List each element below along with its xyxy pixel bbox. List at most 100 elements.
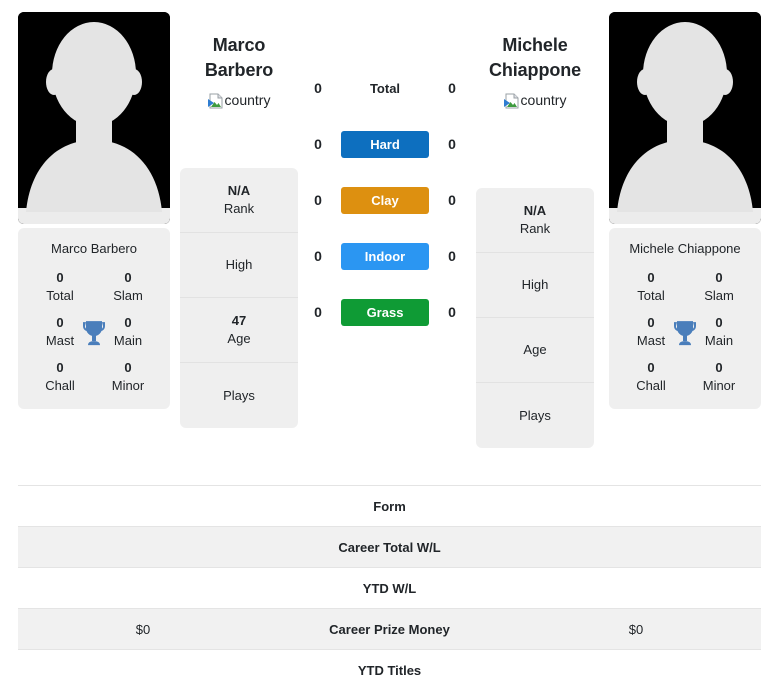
career-prize-money-right-value: $0	[628, 621, 644, 637]
form-row-label: Form	[373, 498, 406, 514]
titles-grid-left: 0 Total 0 Slam 0 Mast 0 Main 0 Chall 0 M…	[26, 269, 162, 395]
table-row-form: Form	[18, 485, 761, 526]
titles-chall-left-value: 0	[56, 360, 64, 375]
titles-total-right: 0 Total	[617, 269, 685, 305]
titles-slam-left-label: Slam	[113, 288, 143, 303]
titles-grid-right: 0 Total 0 Slam 0 Mast 0 Main 0 Chall 0 M…	[617, 269, 753, 395]
age-cell-right: Age	[476, 318, 594, 383]
player-avatar-silhouette-icon	[18, 12, 170, 224]
surface-grass-right-value: 0	[448, 304, 456, 320]
surface-clay-label: Clay	[341, 186, 429, 214]
trophy-icon	[82, 321, 106, 346]
career-prize-money-left-value: $0	[135, 621, 151, 637]
titles-total-left-label: Total	[46, 288, 74, 303]
titles-total-right-value: 0	[647, 270, 655, 285]
table-row-career-prize-money: $0 Career Prize Money $0	[18, 608, 761, 649]
titles-total-left: 0 Total	[26, 269, 94, 305]
player-name-block-left: Marco Barbero country	[180, 33, 298, 109]
titles-minor-right-value: 0	[715, 360, 723, 375]
player-country-left-label: country	[224, 92, 271, 108]
player-rank-column-right: N/A Rank High Age Plays	[476, 188, 594, 448]
table-row-career-total-wl: Career Total W/L	[18, 526, 761, 567]
high-label-left: High	[225, 257, 253, 272]
player-name-left-line1[interactable]: Marco	[180, 33, 298, 58]
broken-image-icon	[503, 93, 519, 108]
high-cell-right: High	[476, 253, 594, 318]
surface-row-grass: 0 Grass 0	[305, 284, 465, 340]
player-avatar-silhouette-icon	[609, 12, 761, 224]
titles-total-left-value: 0	[56, 270, 64, 285]
titles-chall-left: 0 Chall	[26, 359, 94, 395]
titles-chall-right-value: 0	[647, 360, 655, 375]
player-photo-right	[609, 12, 761, 224]
titles-card-left-title: Marco Barbero	[51, 241, 137, 256]
surface-grass-label: Grass	[341, 298, 429, 326]
player-name-right-line2[interactable]: Chiappone	[476, 58, 594, 83]
high-cell-left: High	[180, 233, 298, 298]
career-prize-money-row-label: Career Prize Money	[329, 621, 450, 637]
player-photo-left	[18, 12, 170, 224]
rank-cell-left: N/A Rank	[180, 168, 298, 233]
titles-chall-right-label: Chall	[636, 378, 666, 393]
player-comparison-page: Marco Barbero country Michele Chiappone …	[0, 0, 779, 699]
titles-card-right-title: Michele Chiappone	[629, 241, 741, 256]
titles-card-left: Marco Barbero 0 Total 0 Slam 0 Mast 0 Ma…	[18, 228, 170, 409]
player-name-left-line2[interactable]: Barbero	[180, 58, 298, 83]
surface-total-left-value: 0	[314, 80, 322, 96]
age-value-left: 47	[231, 313, 247, 328]
rank-value-right: N/A	[523, 203, 547, 218]
player-rank-column-left: N/A Rank High 47 Age Plays	[180, 168, 298, 428]
table-row-ytd-titles: YTD Titles	[18, 649, 761, 690]
surface-hard-label: Hard	[341, 130, 429, 158]
player-name-right-line1[interactable]: Michele	[476, 33, 594, 58]
surface-titles-comparison: 0 Total 0 0 Hard 0 0 Clay 0 0 Indoor 0 0…	[305, 60, 465, 340]
surface-indoor-left-value: 0	[314, 248, 322, 264]
titles-chall-left-label: Chall	[45, 378, 75, 393]
titles-card-right: Michele Chiappone 0 Total 0 Slam 0 Mast …	[609, 228, 761, 409]
titles-minor-left-label: Minor	[111, 378, 145, 393]
career-total-wl-row-label: Career Total W/L	[338, 539, 441, 555]
surface-row-hard: 0 Hard 0	[305, 116, 465, 172]
titles-minor-right: 0 Minor	[685, 359, 753, 395]
player-country-left: country	[180, 92, 298, 109]
surface-row-clay: 0 Clay 0	[305, 172, 465, 228]
plays-cell-right: Plays	[476, 383, 594, 448]
ytd-titles-row-label: YTD Titles	[357, 662, 422, 678]
titles-slam-right: 0 Slam	[685, 269, 753, 305]
rank-label-left: Rank	[223, 201, 255, 216]
comparison-table: Form Career Total W/L YTD W/L $0 Career …	[18, 485, 761, 690]
titles-slam-left-value: 0	[124, 270, 132, 285]
titles-slam-right-value: 0	[715, 270, 723, 285]
plays-cell-left: Plays	[180, 363, 298, 428]
surface-grass-left-value: 0	[314, 304, 322, 320]
ytd-wl-row-label: YTD W/L	[362, 580, 417, 596]
surface-row-indoor: 0 Indoor 0	[305, 228, 465, 284]
surface-total-label: Total	[369, 80, 401, 96]
titles-slam-left: 0 Slam	[94, 269, 162, 305]
surface-total-right-value: 0	[448, 80, 456, 96]
titles-slam-right-label: Slam	[704, 288, 734, 303]
surface-row-total: 0 Total 0	[305, 60, 465, 116]
player-name-block-right: Michele Chiappone country	[476, 33, 594, 109]
surface-indoor-right-value: 0	[448, 248, 456, 264]
broken-image-icon	[207, 93, 223, 108]
table-row-ytd-wl: YTD W/L	[18, 567, 761, 608]
surface-clay-left-value: 0	[314, 192, 322, 208]
trophy-icon	[673, 321, 697, 346]
titles-chall-right: 0 Chall	[617, 359, 685, 395]
age-label-left: Age	[227, 331, 251, 346]
age-cell-left: 47 Age	[180, 298, 298, 363]
titles-total-right-label: Total	[637, 288, 665, 303]
player-country-right: country	[476, 92, 594, 109]
surface-indoor-label: Indoor	[341, 242, 429, 270]
age-label-right: Age	[523, 342, 547, 357]
rank-label-right: Rank	[519, 221, 551, 236]
rank-value-left: N/A	[227, 183, 251, 198]
surface-hard-left-value: 0	[314, 136, 322, 152]
player-country-right-label: country	[520, 92, 567, 108]
titles-minor-right-label: Minor	[702, 378, 736, 393]
high-label-right: High	[521, 277, 549, 292]
titles-minor-left: 0 Minor	[94, 359, 162, 395]
surface-hard-right-value: 0	[448, 136, 456, 152]
rank-cell-right: N/A Rank	[476, 188, 594, 253]
